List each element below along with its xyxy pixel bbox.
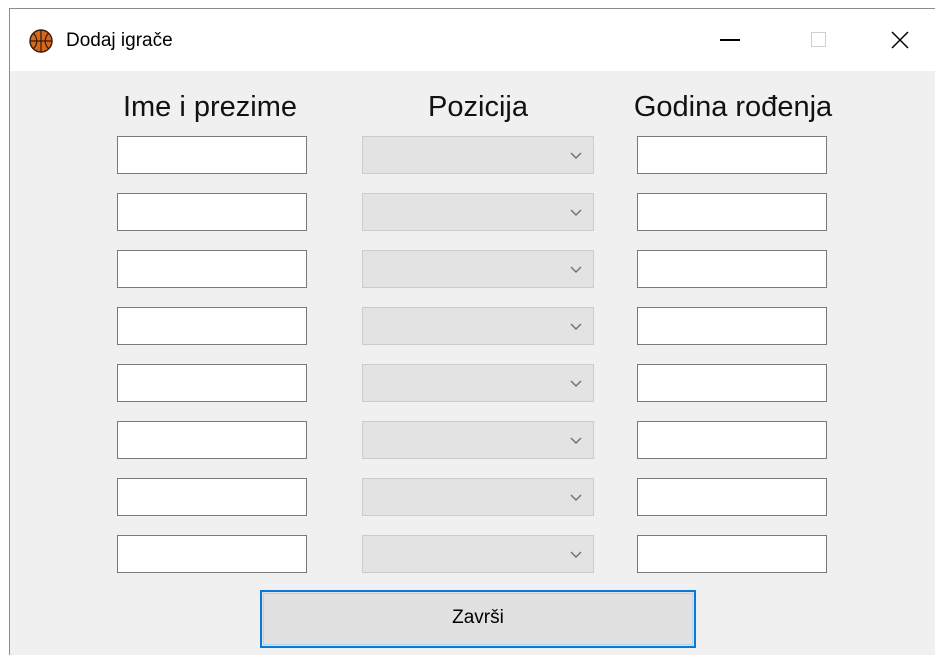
chevron-down-icon: [570, 152, 582, 159]
player-row: [10, 136, 935, 176]
chevron-down-icon: [570, 551, 582, 558]
basketball-icon: [29, 29, 53, 53]
minimize-icon: [720, 39, 740, 41]
position-dropdown[interactable]: [362, 307, 594, 345]
name-input[interactable]: [117, 421, 307, 459]
position-column-header: Pozicija: [428, 91, 528, 123]
chevron-down-icon: [570, 380, 582, 387]
player-row: [10, 478, 935, 518]
position-dropdown[interactable]: [362, 250, 594, 288]
window-title: Dodaj igrače: [66, 30, 173, 51]
birth-year-input[interactable]: [637, 136, 827, 174]
name-input[interactable]: [117, 136, 307, 174]
name-input[interactable]: [117, 307, 307, 345]
chevron-down-icon: [570, 266, 582, 273]
name-column-header: Ime i prezime: [122, 91, 298, 123]
name-input[interactable]: [117, 250, 307, 288]
finish-button-label: Završi: [452, 607, 504, 628]
birth-year-input[interactable]: [637, 307, 827, 345]
birth-year-input[interactable]: [637, 193, 827, 231]
chevron-down-icon: [570, 209, 582, 216]
minimize-button[interactable]: [684, 9, 774, 71]
maximize-button[interactable]: [774, 9, 864, 71]
position-dropdown[interactable]: [362, 478, 594, 516]
birth-year-input[interactable]: [637, 535, 827, 573]
player-row: [10, 307, 935, 347]
name-input[interactable]: [117, 364, 307, 402]
birth-year-input[interactable]: [637, 478, 827, 516]
name-input[interactable]: [117, 478, 307, 516]
birth-year-input[interactable]: [637, 250, 827, 288]
birth-year-column-header: Godina rođenja: [633, 91, 833, 123]
player-row: [10, 535, 935, 575]
position-dropdown[interactable]: [362, 136, 594, 174]
chevron-down-icon: [570, 437, 582, 444]
birth-year-input[interactable]: [637, 421, 827, 459]
close-button[interactable]: [864, 9, 935, 71]
name-input[interactable]: [117, 193, 307, 231]
finish-button[interactable]: Završi: [260, 590, 696, 648]
title-bar[interactable]: Dodaj igrače: [10, 9, 935, 71]
close-icon: [891, 31, 909, 49]
birth-year-input[interactable]: [637, 364, 827, 402]
position-dropdown[interactable]: [362, 535, 594, 573]
chevron-down-icon: [570, 323, 582, 330]
position-dropdown[interactable]: [362, 193, 594, 231]
player-row: [10, 193, 935, 233]
player-row: [10, 364, 935, 404]
add-players-window: Dodaj igrače Ime i prezime Pozicija Godi…: [9, 8, 935, 655]
player-row: [10, 421, 935, 461]
maximize-icon: [811, 32, 826, 47]
position-dropdown[interactable]: [362, 421, 594, 459]
position-dropdown[interactable]: [362, 364, 594, 402]
chevron-down-icon: [570, 494, 582, 501]
player-row: [10, 250, 935, 290]
name-input[interactable]: [117, 535, 307, 573]
